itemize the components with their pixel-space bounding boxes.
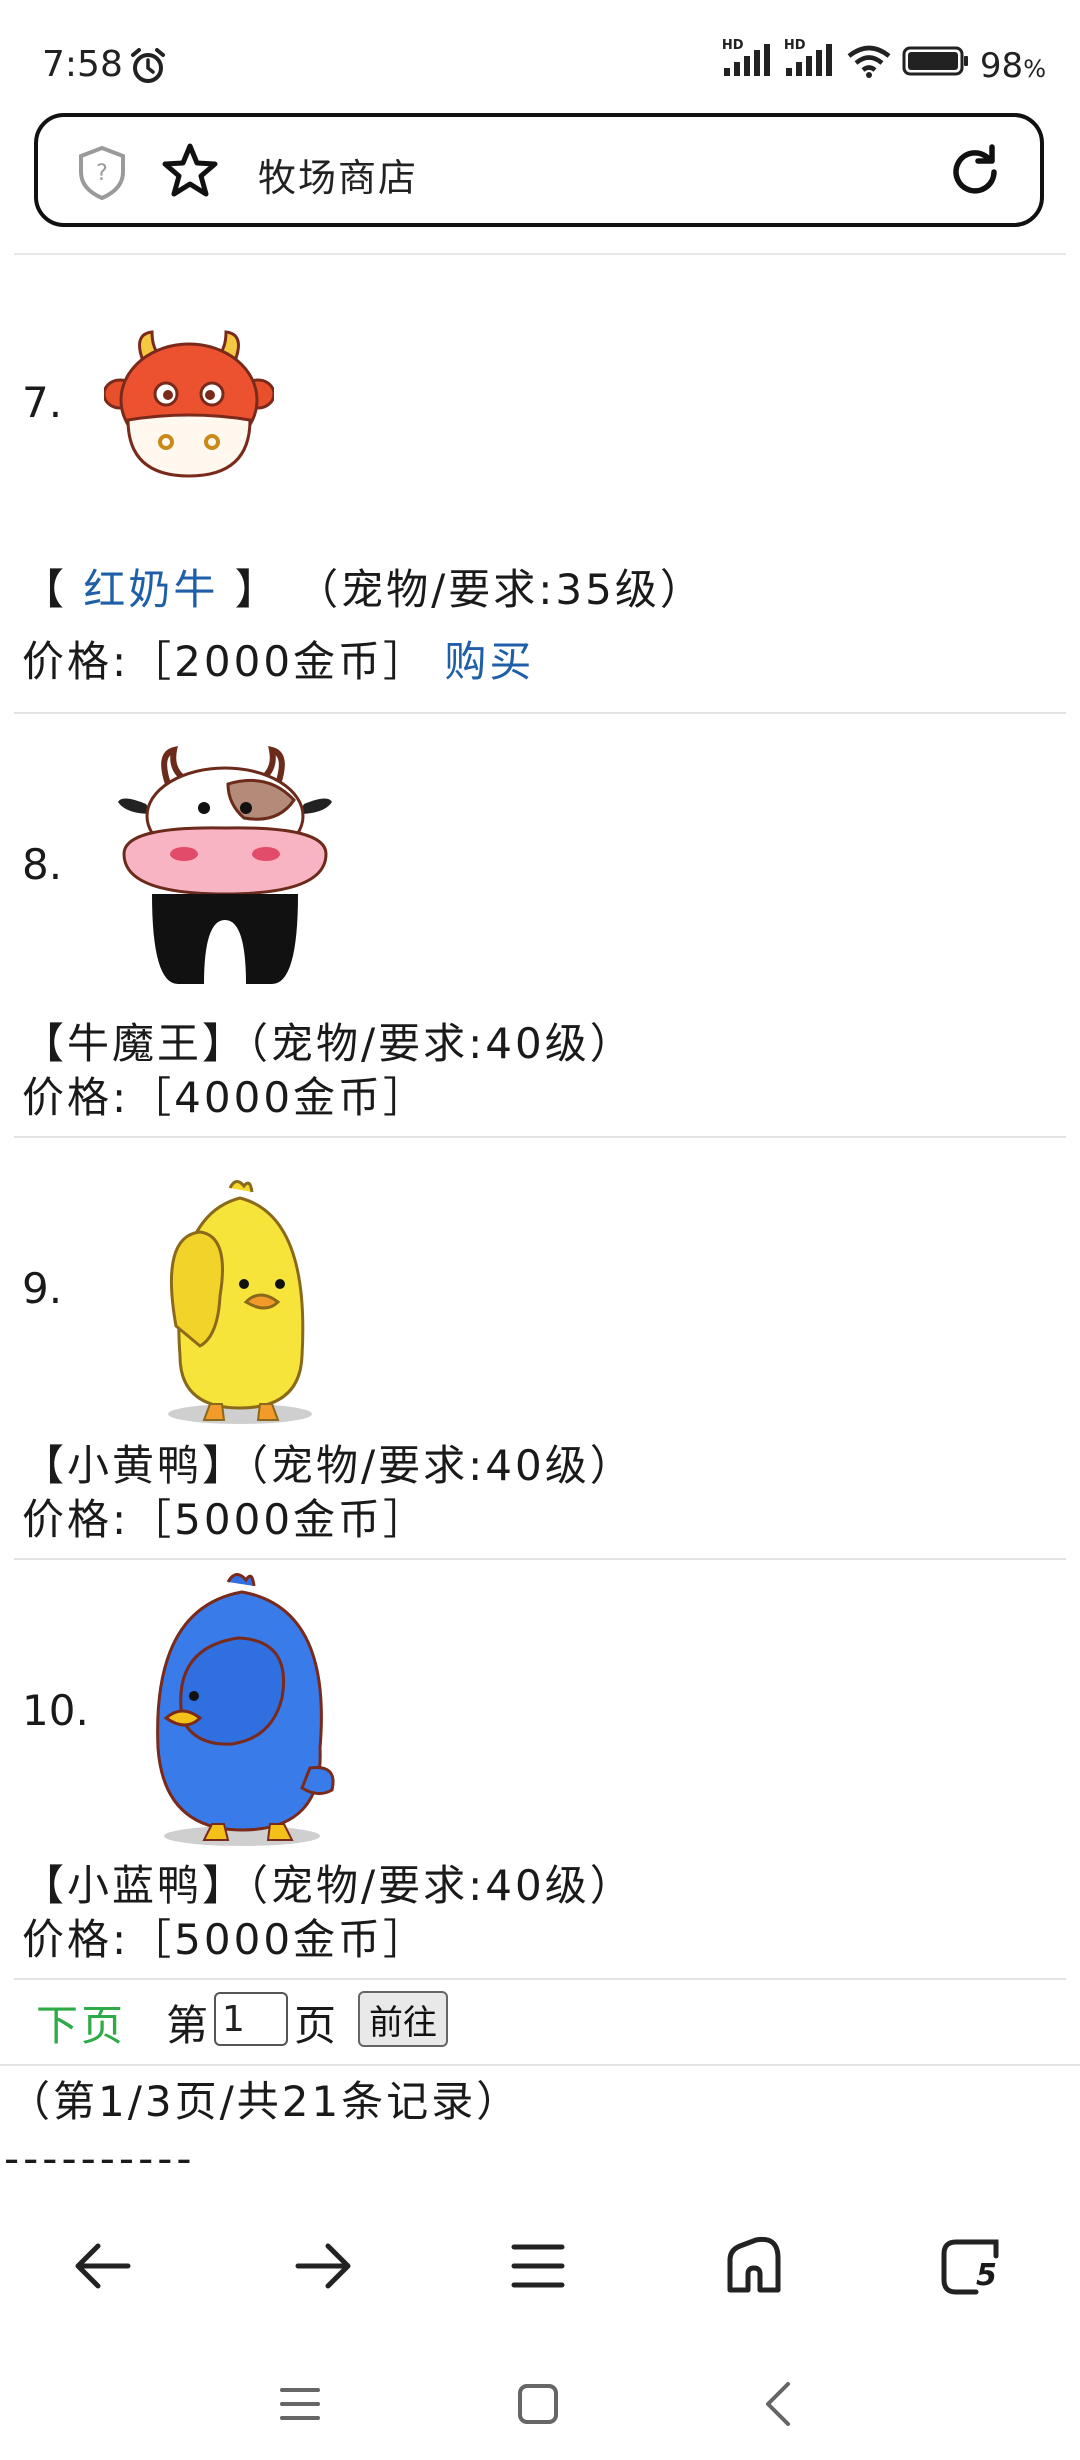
record-summary: （第1/3页/共21条记录）	[8, 2077, 522, 2126]
divider	[14, 253, 1066, 255]
item-price: 价格:［4000金币］	[22, 1073, 429, 1122]
item-title: 【 红奶牛 】 （宠物/要求:35级）	[22, 565, 705, 614]
list-item: 9. 【小黄鸭】（宠物/要求:40级） 价格:［5000金币］	[14, 1138, 1066, 1560]
buy-link[interactable]: 购买	[444, 637, 534, 686]
item-number: 8.	[22, 840, 63, 889]
list-item: 7. 【 红奶牛 】 （宠物/要求:35级） 价格:［2000金币］ 购买	[14, 256, 1066, 714]
address-bar[interactable]: ? 牧场商店	[34, 113, 1044, 227]
blue-duck-icon[interactable]	[142, 1568, 342, 1852]
tabs-icon[interactable]: 5	[930, 2226, 1010, 2306]
shop-list: 7. 【 红奶牛 】 （宠物/要求:35级） 价格:［2000金币］ 购买 8.…	[0, 256, 1080, 1980]
forward-arrow-icon[interactable]	[284, 2226, 364, 2306]
menu-icon[interactable]	[498, 2226, 578, 2306]
tabs-count: 5	[976, 2258, 997, 2293]
signal-label: HD	[783, 38, 806, 53]
wifi-icon	[846, 44, 892, 87]
clock: 7:58	[42, 44, 123, 85]
item-title: 【小蓝鸭】（宠物/要求:40级）	[22, 1861, 635, 1910]
reload-icon[interactable]	[946, 143, 1004, 205]
item-title: 【小黄鸭】（宠物/要求:40级）	[22, 1441, 635, 1490]
back-button-icon[interactable]	[748, 2374, 808, 2434]
page-prefix-label: 第	[166, 2001, 209, 2050]
alarm-icon	[128, 46, 168, 90]
item-number: 10.	[22, 1686, 89, 1735]
item-name-link[interactable]: 红奶牛	[83, 565, 218, 614]
separator-line: ----------	[4, 2134, 196, 2183]
star-icon[interactable]	[160, 141, 220, 205]
system-nav-bar	[0, 2340, 1080, 2460]
red-cow-icon[interactable]	[102, 324, 276, 498]
item-number: 7.	[22, 378, 63, 427]
page-title: 牧场商店	[258, 156, 419, 200]
cow-king-icon[interactable]	[108, 744, 348, 988]
page-number-input[interactable]	[214, 1992, 288, 2046]
home-icon[interactable]	[714, 2226, 794, 2306]
next-page-link[interactable]: 下页	[36, 1992, 126, 2053]
signal-label: HD	[721, 38, 744, 53]
list-item: 8. 【牛魔王】（宠物/要求:40级） 价格:［4000金币］	[14, 714, 1066, 1138]
page-suffix-label: 页	[294, 2001, 337, 2050]
signal-icon: HD	[784, 38, 836, 87]
item-price: 价格:［5000金币］	[22, 1495, 429, 1544]
browser-toolbar: 5	[0, 2200, 1080, 2320]
item-price: 价格:［5000金币］	[22, 1915, 429, 1964]
svg-text:?: ?	[96, 161, 108, 186]
item-title: 【牛魔王】（宠物/要求:40级）	[22, 1019, 635, 1068]
recent-apps-icon[interactable]	[270, 2374, 330, 2434]
item-price: 价格:［2000金币］ 购买	[22, 637, 535, 686]
back-arrow-icon[interactable]	[62, 2226, 142, 2306]
status-bar: 7:58 HD HD 98%	[0, 0, 1080, 110]
yellow-duck-icon[interactable]	[160, 1176, 320, 1430]
shield-icon[interactable]: ?	[76, 145, 128, 205]
go-button[interactable]: 前往	[358, 1991, 448, 2047]
signal-icon: HD	[722, 38, 774, 87]
item-number: 9.	[22, 1264, 63, 1313]
pagination: 下页 第 页 前往	[0, 1972, 1080, 2066]
list-item: 10. 【小蓝鸭】（宠物/要求:40级） 价格:［5000金币］	[14, 1560, 1066, 1980]
home-button-icon[interactable]	[508, 2374, 568, 2434]
battery-level: 98%	[979, 45, 1046, 86]
battery-icon	[902, 45, 970, 86]
